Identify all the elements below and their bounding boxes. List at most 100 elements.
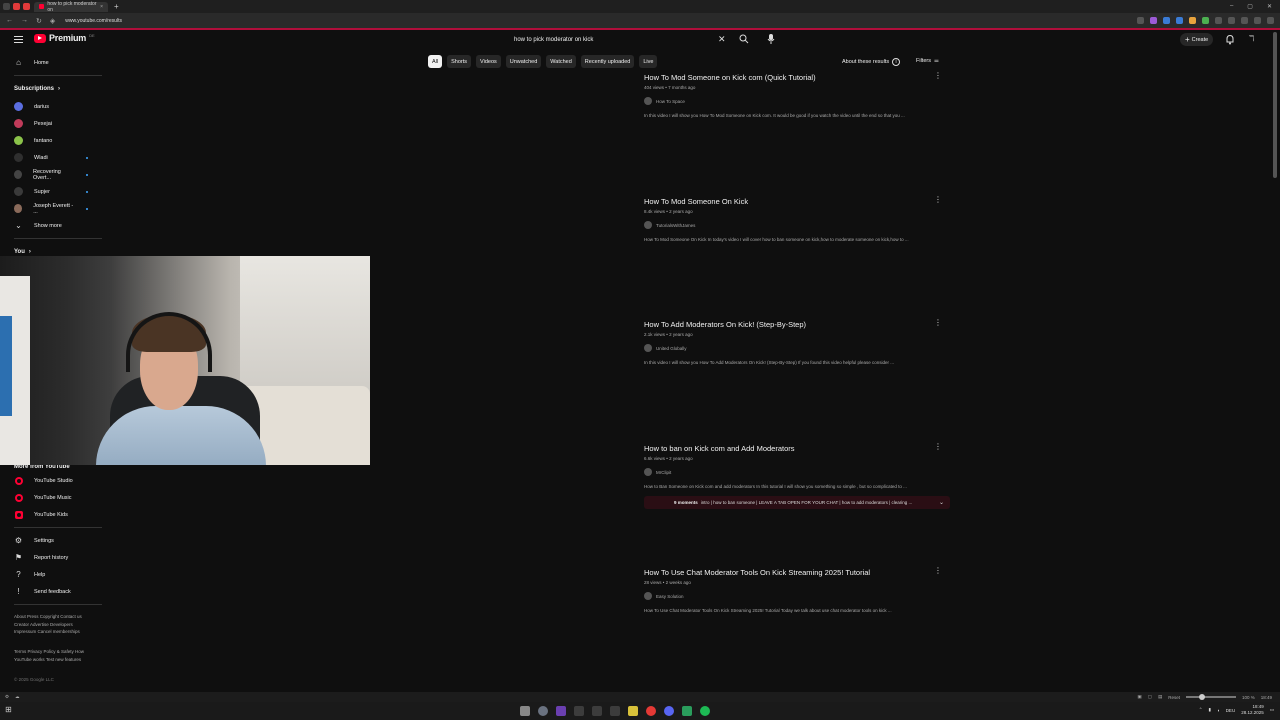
video-result[interactable]: How To Mod Someone on Kick com (Quick Tu…	[644, 72, 944, 118]
new-tab-icon[interactable]: +	[114, 2, 119, 11]
search-icon[interactable]	[739, 34, 749, 44]
page-scrollbar[interactable]	[1273, 32, 1277, 178]
chip-recently-uploaded[interactable]: Recently uploaded	[580, 55, 635, 68]
search-input[interactable]: how to pick moderator on kick	[514, 37, 593, 43]
sidebar-item-settings[interactable]: ⚙ Settings	[0, 532, 104, 549]
app-icon[interactable]	[682, 706, 692, 716]
pinned-tab-icon[interactable]	[23, 3, 30, 10]
zoom-reset-button[interactable]: Reset	[1168, 695, 1180, 700]
taskbar-clock[interactable]: 18:49 28.12.2025	[1241, 704, 1264, 716]
zoom-slider-knob[interactable]	[1199, 694, 1206, 700]
url-field[interactable]: www.youtube.com/results	[65, 18, 122, 24]
profile-icon[interactable]	[1267, 17, 1274, 24]
video-result[interactable]: How to ban on Kick com and Add Moderator…	[644, 443, 950, 509]
more-options-icon[interactable]: ⋮	[934, 196, 942, 204]
channel-link[interactable]: United Globally	[644, 344, 944, 352]
more-options-icon[interactable]: ⋮	[934, 443, 942, 451]
menu-icon[interactable]	[14, 36, 23, 43]
download-icon[interactable]	[1241, 17, 1248, 24]
pinned-tab-icon[interactable]	[13, 3, 20, 10]
search-box[interactable]: how to pick moderator on kick ✕	[506, 33, 756, 47]
extension-icon[interactable]	[1189, 17, 1196, 24]
tile-icon[interactable]: ▢	[1148, 694, 1152, 700]
app-icon[interactable]	[538, 706, 548, 716]
close-tab-icon[interactable]: ×	[100, 4, 103, 10]
app-icon[interactable]	[628, 706, 638, 716]
about-these-results[interactable]: About these results i	[842, 58, 901, 66]
extension-icon[interactable]	[1150, 17, 1157, 24]
sidebar-item-help[interactable]: ? Help	[0, 566, 104, 583]
notifications-bell-icon[interactable]	[1225, 34, 1235, 45]
sidebar-item-report-history[interactable]: ⚑ Report history	[0, 549, 104, 566]
video-result[interactable]: How To Mod Someone On Kick 8.4k views • 2…	[644, 196, 944, 242]
zoom-slider[interactable]	[1185, 694, 1236, 700]
extension-icon[interactable]	[1176, 17, 1183, 24]
close-window-icon[interactable]: ✕	[1267, 3, 1272, 10]
chip-unwatched[interactable]: Unwatched	[505, 55, 542, 68]
microphone-icon[interactable]	[766, 33, 776, 45]
vpn-icon[interactable]	[1228, 17, 1235, 24]
footer-links[interactable]: About Press Copyright Contact us Creator…	[14, 613, 94, 636]
more-options-icon[interactable]: ⋮	[934, 319, 942, 327]
discord-icon[interactable]	[664, 706, 674, 716]
extensions-puzzle-icon[interactable]	[1215, 17, 1222, 24]
video-title[interactable]: How To Add Moderators On Kick! (Step-By-…	[644, 320, 944, 329]
browser-tab-active[interactable]: how to pick moderator on ×	[34, 1, 108, 13]
keyboard-language[interactable]: DEU	[1226, 708, 1236, 713]
sidebar-item-youtube-studio[interactable]: YouTube Studio	[0, 472, 104, 489]
create-button[interactable]: + Create	[1180, 33, 1214, 46]
settings-icon[interactable]: ⚙	[5, 694, 9, 700]
volume-icon[interactable]: ◖	[1217, 708, 1220, 713]
reload-icon[interactable]: ↻	[36, 17, 42, 25]
app-icon[interactable]	[646, 706, 656, 716]
chip-all[interactable]: All	[428, 55, 443, 68]
app-icon[interactable]	[520, 706, 530, 716]
sidebar-subscription-item[interactable]: darius	[0, 98, 104, 115]
back-icon[interactable]: ←	[6, 17, 13, 25]
video-title[interactable]: How to ban on Kick com and Add Moderator…	[644, 444, 944, 453]
chip-videos[interactable]: Videos	[476, 55, 501, 68]
video-title[interactable]: How To Use Chat Moderator Tools On Kick …	[644, 568, 944, 577]
forward-icon[interactable]: →	[21, 17, 28, 25]
extension-icon[interactable]	[1163, 17, 1170, 24]
chip-live[interactable]: Live	[639, 55, 658, 68]
sidebar-subscription-item[interactable]: fantano	[0, 132, 104, 149]
channel-link[interactable]: How To Space	[644, 97, 944, 105]
app-icon[interactable]	[610, 706, 620, 716]
footer-links-legal[interactable]: Terms Privacy Policy & Safety How YouTub…	[14, 648, 94, 663]
sidebar-subscription-item[interactable]: Recovering Overt...	[0, 166, 104, 183]
tray-chevron-icon[interactable]: ⌃	[1199, 707, 1203, 713]
channel-link[interactable]: Easy Solution	[644, 592, 944, 600]
bookmark-icon[interactable]	[1137, 17, 1144, 24]
key-moments-bar[interactable]: 9 moments intro | how to ban someone | LE…	[644, 496, 950, 509]
start-menu-icon[interactable]: ⊞	[5, 705, 12, 714]
chip-shorts[interactable]: Shorts	[447, 55, 472, 68]
video-title[interactable]: How To Mod Someone on Kick com (Quick Tu…	[644, 73, 944, 82]
cloud-icon[interactable]: ☁	[15, 694, 20, 700]
channel-link[interactable]: TutorialsWithJames	[644, 221, 944, 229]
sidebar-item-youtube-music[interactable]: YouTube Music	[0, 489, 104, 506]
clear-search-icon[interactable]: ✕	[718, 34, 726, 45]
image-icon[interactable]: ▤	[1158, 694, 1162, 700]
spotify-icon[interactable]	[700, 706, 710, 716]
extension-icon[interactable]	[1202, 17, 1209, 24]
app-icon[interactable]	[592, 706, 602, 716]
more-options-icon[interactable]: ⋮	[934, 72, 942, 80]
app-icon[interactable]	[574, 706, 584, 716]
filters-button[interactable]: Filters ⚌	[916, 58, 939, 64]
video-title[interactable]: How To Mod Someone On Kick	[644, 197, 944, 206]
sidebar-toggle-icon[interactable]	[3, 3, 10, 10]
video-result[interactable]: How To Add Moderators On Kick! (Step-By-…	[644, 319, 944, 365]
capture-icon[interactable]: ▣	[1137, 694, 1141, 700]
channel-link[interactable]: MrClipit	[644, 468, 944, 476]
minimize-icon[interactable]: –	[1230, 3, 1233, 10]
maximize-icon[interactable]: ▢	[1247, 3, 1253, 10]
sidebar-subscription-item[interactable]: Supjer	[0, 183, 104, 200]
sidebar-icon[interactable]	[1254, 17, 1261, 24]
sidebar-subscription-item[interactable]: Joseph Everett - ...	[0, 200, 104, 217]
sidebar-subscription-item[interactable]: Pexejai	[0, 115, 104, 132]
more-options-icon[interactable]: ⋮	[934, 567, 942, 575]
chip-watched[interactable]: Watched	[546, 55, 576, 68]
account-avatar[interactable]: ℸ	[1249, 34, 1260, 45]
youtube-premium-logo[interactable]: Premium DE	[34, 33, 95, 43]
